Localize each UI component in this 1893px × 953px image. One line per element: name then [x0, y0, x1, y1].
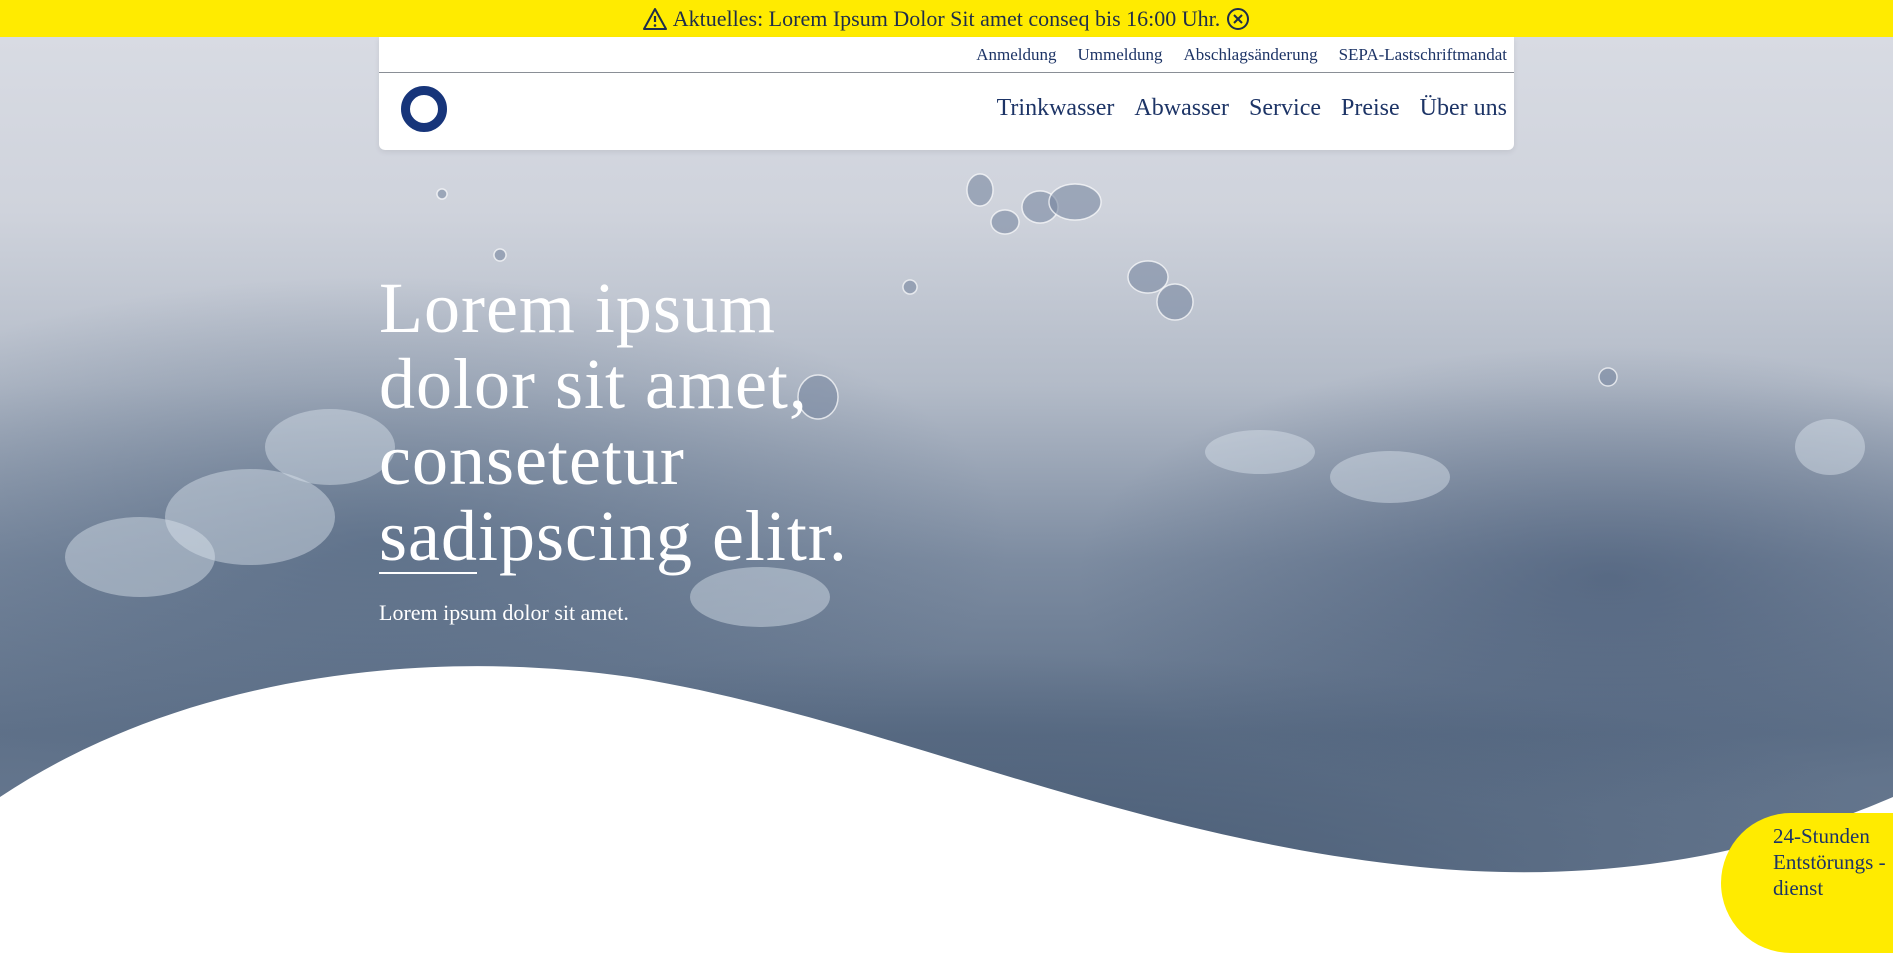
- hero-subtext: Lorem ipsum dolor sit amet.: [379, 600, 629, 625]
- utility-link-anmeldung[interactable]: Anmeldung: [976, 45, 1056, 65]
- emergency-service-button[interactable]: 24-Stunden Entstörungs - dienst: [1721, 813, 1893, 953]
- heading-underline: [379, 572, 477, 574]
- close-circle-icon[interactable]: [1226, 7, 1250, 31]
- nav-item-ueber-uns[interactable]: Über uns: [1420, 95, 1507, 122]
- utility-link-sepa[interactable]: SEPA-Lastschriftmandat: [1339, 45, 1507, 65]
- utility-link-abschlagsaenderung[interactable]: Abschlagsänderung: [1184, 45, 1318, 65]
- main-nav: Trinkwasser Abwasser Service Preise Über…: [997, 95, 1507, 122]
- hero-content: Lorem ipsum dolor sit amet, consetetur s…: [379, 270, 939, 626]
- alert-banner: Aktuelles: Lorem Ipsum Dolor Sit amet co…: [0, 0, 1893, 37]
- nav-item-service[interactable]: Service: [1249, 95, 1321, 122]
- nav-item-preise[interactable]: Preise: [1341, 95, 1400, 122]
- site-header: Anmeldung Ummeldung Abschlagsänderung SE…: [379, 37, 1514, 150]
- nav-item-trinkwasser[interactable]: Trinkwasser: [997, 95, 1115, 122]
- nav-item-abwasser[interactable]: Abwasser: [1134, 95, 1229, 122]
- hero-heading: Lorem ipsum dolor sit amet, consetetur s…: [379, 268, 848, 576]
- hero-background-image: [0, 37, 1893, 908]
- alert-text: Aktuelles: Lorem Ipsum Dolor Sit amet co…: [672, 5, 1221, 31]
- utility-link-ummeldung[interactable]: Ummeldung: [1078, 45, 1163, 65]
- logo[interactable]: [401, 86, 447, 132]
- warning-icon: [642, 7, 667, 31]
- utility-nav: Anmeldung Ummeldung Abschlagsänderung SE…: [379, 37, 1514, 73]
- emergency-service-label: 24-Stunden Entstörungs - dienst: [1773, 824, 1886, 900]
- wave-divider: [0, 666, 1893, 908]
